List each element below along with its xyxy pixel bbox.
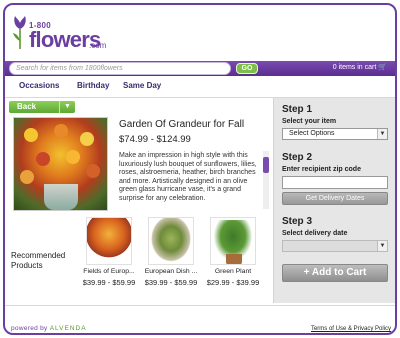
flower-shape	[36, 152, 50, 166]
category-nav: Occasions Birthday Same Day	[5, 79, 395, 95]
footer-divider	[5, 305, 395, 306]
terms-privacy-link[interactable]: Terms of Use & Privacy Policy	[311, 326, 391, 332]
recommended-products-label: Recommended Products	[11, 251, 66, 270]
logo-dotcom-text: .com	[89, 41, 107, 50]
recommended-item-name[interactable]: Fields of Europ...	[79, 268, 139, 275]
alvenda-logo[interactable]: ALVENDA	[50, 325, 87, 332]
recommended-item-image[interactable]	[86, 217, 132, 265]
back-button[interactable]: Back ▼	[9, 101, 75, 113]
flower-shape	[24, 128, 38, 142]
item-select[interactable]: Select Options ▼	[282, 128, 388, 140]
flower-shape	[80, 132, 94, 146]
flower-shape	[20, 170, 34, 184]
pot-shape	[226, 254, 242, 264]
search-go-button[interactable]: GO	[236, 63, 258, 74]
step3-subheading: Select delivery date	[282, 230, 348, 237]
cart-icon: 🛒	[378, 64, 387, 71]
cart-link[interactable]: 0 items in cart 🛒	[333, 63, 387, 71]
chevron-down-icon: ▼	[377, 241, 387, 251]
flower-shape	[54, 124, 68, 138]
recommended-item-price: $39.99 - $59.99	[82, 278, 136, 287]
recommended-item-name[interactable]: European Dish ...	[141, 268, 201, 275]
item-select-value: Select Options	[289, 130, 335, 137]
recommended-item-image[interactable]	[148, 217, 194, 265]
order-steps-panel: Step 1 Select your item Select Options ▼…	[273, 98, 395, 303]
step2-subheading: Enter recipient zip code	[282, 166, 361, 173]
scrollbar-thumb[interactable]	[263, 157, 269, 173]
nav-item-same-day[interactable]: Same Day	[123, 81, 161, 90]
product-image	[13, 117, 108, 211]
delivery-date-select[interactable]: ▼	[282, 240, 388, 252]
recommended-item-image[interactable]	[210, 217, 256, 265]
product-title: Garden Of Grandeur for Fall	[119, 119, 245, 130]
vase-shape	[44, 184, 78, 210]
chevron-down-icon[interactable]: ▼	[59, 101, 75, 113]
description-scrollbar[interactable]	[263, 151, 269, 209]
get-delivery-dates-button[interactable]: Get Delivery Dates	[282, 192, 388, 205]
powered-by: powered by ALVENDA	[11, 325, 87, 332]
product-description: Make an impression in high style with th…	[119, 152, 257, 202]
nav-item-birthday[interactable]: Birthday	[77, 81, 109, 90]
widget-frame: 1-800 flowers .com Search for items from…	[3, 3, 397, 335]
flower-shape	[66, 150, 80, 164]
step1-heading: Step 1	[282, 104, 313, 115]
recommended-item[interactable]: European Dish ... $39.99 - $59.99	[141, 217, 201, 287]
step2-heading: Step 2	[282, 152, 313, 163]
cart-label: 0 items in cart	[332, 64, 377, 71]
product-price: $74.99 - $124.99	[119, 134, 191, 145]
search-input[interactable]: Search for items from 1800flowers	[9, 62, 231, 75]
back-label: Back	[17, 102, 37, 111]
nav-item-occasions[interactable]: Occasions	[19, 81, 59, 90]
recommended-item-price: $29.99 - $39.99	[206, 278, 260, 287]
zip-code-input[interactable]	[282, 176, 388, 189]
recommended-item[interactable]: Fields of Europ... $39.99 - $59.99	[79, 217, 139, 287]
step3-heading: Step 3	[282, 216, 313, 227]
add-to-cart-button[interactable]: + Add to Cart	[282, 264, 388, 282]
site-logo[interactable]: 1-800 flowers .com	[11, 13, 121, 53]
tulip-logo-icon	[13, 16, 26, 49]
powered-by-prefix: powered by	[11, 325, 48, 332]
recommended-item-name[interactable]: Green Plant	[203, 268, 263, 275]
chevron-down-icon: ▼	[377, 129, 387, 139]
recommended-item-price: $39.99 - $59.99	[144, 278, 198, 287]
recommended-item[interactable]: Green Plant $29.99 - $39.99	[203, 217, 263, 287]
search-bar: Search for items from 1800flowers GO 0 i…	[5, 61, 395, 76]
step1-subheading: Select your item	[282, 118, 337, 125]
flower-shape	[86, 164, 100, 178]
